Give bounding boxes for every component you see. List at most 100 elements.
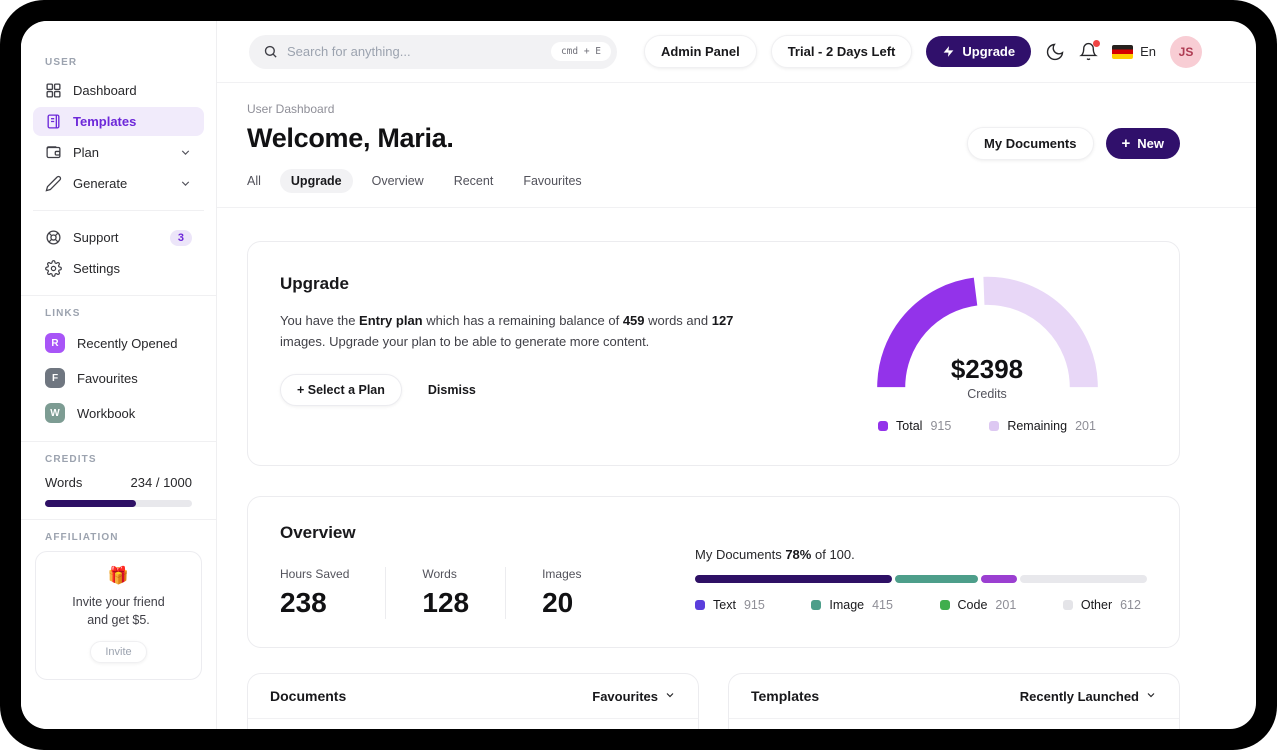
documents-card-header: Documents Favourites	[248, 674, 698, 719]
sidebar-item-label: Generate	[73, 176, 128, 191]
templates-filter-dropdown[interactable]: Recently Launched	[1020, 689, 1157, 704]
overview-title: Overview	[280, 523, 356, 542]
upgrade-card-title: Upgrade	[280, 274, 349, 293]
documents-card-title: Documents	[270, 688, 347, 704]
topbar: cmd + E Admin Panel Trial - 2 Days Left …	[217, 21, 1256, 83]
templates-icon	[45, 113, 62, 130]
overview-left: Overview Hours Saved 238 Words 128 Image…	[280, 523, 617, 619]
legend-swatch	[989, 421, 1000, 431]
affiliation-card: 🎁 Invite your friend and get $5. Invite	[35, 551, 202, 681]
select-plan-button[interactable]: + Select a Plan	[280, 373, 402, 406]
tab-upgrade[interactable]: Upgrade	[279, 169, 353, 193]
legend-swatch	[878, 421, 889, 431]
stacked-bar	[695, 575, 1147, 583]
bar-segment-other	[1020, 575, 1147, 583]
notification-dot	[1093, 40, 1101, 47]
chevron-down-icon	[664, 689, 676, 704]
search-bar[interactable]: cmd + E	[249, 34, 617, 69]
notifications-bell-icon[interactable]	[1079, 40, 1101, 61]
lifebuoy-icon	[45, 229, 62, 246]
documents-card: Documents Favourites Untitled Document	[247, 673, 699, 729]
cards-container: Upgrade You have the Entry plan which ha…	[217, 241, 1256, 729]
main-area: cmd + E Admin Panel Trial - 2 Days Left …	[217, 21, 1256, 729]
tab-all[interactable]: All	[236, 169, 272, 193]
templates-card-header: Templates Recently Launched	[729, 674, 1179, 719]
legend-item-image: Image 415	[811, 598, 893, 612]
stat-hours-saved: Hours Saved 238	[280, 567, 350, 618]
tab-recent[interactable]: Recent	[443, 169, 505, 193]
search-icon	[263, 44, 278, 59]
legend-swatch	[695, 600, 705, 610]
stat-words: Words 128	[385, 567, 505, 619]
sidebar-section-affiliation: AFFILIATION	[45, 532, 119, 543]
sidebar-item-support[interactable]: Support 3	[33, 223, 204, 252]
bottom-row: Documents Favourites Untitled Document	[247, 673, 1180, 729]
link-initial-badge: W	[45, 403, 65, 423]
sidebar-section-user: USER	[45, 57, 78, 68]
invite-button[interactable]: Invite	[90, 641, 147, 664]
chevron-down-icon	[179, 146, 192, 159]
sidebar-divider	[21, 441, 216, 442]
header-actions: My Documents + New	[967, 127, 1180, 160]
dark-mode-toggle[interactable]	[1045, 42, 1065, 62]
admin-panel-button[interactable]: Admin Panel	[643, 35, 757, 68]
legend-item-text: Text 915	[695, 598, 765, 612]
link-workbook[interactable]: W Workbook	[33, 397, 204, 429]
trial-badge[interactable]: Trial - 2 Days Left	[770, 35, 913, 68]
credits-value: 234 / 1000	[130, 475, 192, 490]
sidebar-section-links: LINKS	[45, 308, 81, 319]
upgrade-card: Upgrade You have the Entry plan which ha…	[247, 241, 1180, 466]
sidebar-item-dashboard[interactable]: Dashboard	[33, 76, 204, 105]
grid-icon	[45, 82, 62, 99]
lightning-icon	[942, 45, 955, 58]
bar-segment-image	[894, 575, 979, 583]
template-row[interactable]: Blog Post Title in Workbook	[729, 719, 1179, 729]
my-documents-button[interactable]: My Documents	[967, 127, 1094, 160]
language-switcher[interactable]: En	[1112, 44, 1156, 59]
overview-stats: Hours Saved 238 Words 128 Images 20	[280, 567, 617, 619]
user-avatar[interactable]: JS	[1170, 35, 1202, 68]
sidebar-item-label: Templates	[73, 114, 137, 129]
sidebar-links: R Recently Opened F Favourites W Workboo…	[21, 327, 216, 429]
pencil-icon	[45, 175, 62, 192]
sidebar-item-plan[interactable]: Plan	[33, 138, 204, 167]
sidebar-section-credits: CREDITS	[45, 454, 97, 465]
sidebar-item-templates[interactable]: Templates	[33, 107, 204, 136]
documents-usage: My Documents 78% of 100. Text 915 Image …	[695, 523, 1147, 619]
bar-segment-text	[695, 575, 892, 583]
gear-icon	[45, 260, 62, 277]
document-row[interactable]: Untitled Document in Workbook	[248, 719, 698, 729]
tab-favourites[interactable]: Favourites	[512, 169, 592, 193]
sidebar-item-label: Dashboard	[73, 83, 137, 98]
sidebar-item-generate[interactable]: Generate	[33, 169, 204, 198]
templates-card-title: Templates	[751, 688, 820, 704]
sidebar-nav: Dashboard Templates Plan Generate Suppor…	[21, 76, 216, 283]
gauge-label: Credits	[967, 387, 1007, 401]
legend-item-code: Code 201	[939, 598, 1016, 612]
link-favourites[interactable]: F Favourites	[33, 362, 204, 394]
link-recently-opened[interactable]: R Recently Opened	[33, 327, 204, 359]
credits-progress-track	[45, 500, 192, 507]
tab-overview[interactable]: Overview	[361, 169, 435, 193]
sidebar-item-settings[interactable]: Settings	[33, 254, 204, 283]
legend-swatch	[1062, 600, 1073, 610]
new-button[interactable]: + New	[1105, 128, 1180, 159]
gift-icon: 🎁	[107, 566, 130, 585]
gauge-legend: Total 915 Remaining 201	[867, 419, 1107, 433]
sidebar: USER Dashboard Templates Plan Generate S…	[21, 21, 217, 729]
bar-legend: Text 915 Image 415 Code 201 Other 612	[695, 598, 1147, 612]
sidebar-divider	[33, 210, 204, 211]
content-area: User Dashboard Welcome, Maria. My Docume…	[217, 83, 1256, 729]
dismiss-button[interactable]: Dismiss	[428, 383, 476, 397]
search-input[interactable]	[287, 44, 551, 59]
sidebar-divider	[21, 295, 216, 296]
legend-swatch	[811, 600, 822, 610]
bar-segment-code	[981, 575, 1018, 583]
documents-filter-dropdown[interactable]: Favourites	[592, 689, 676, 704]
tab-bar: All Upgrade Overview Recent Favourites	[236, 169, 1180, 207]
chevron-down-icon	[179, 177, 192, 190]
link-label: Workbook	[77, 405, 136, 421]
credits-progress-fill	[45, 500, 137, 507]
upgrade-button[interactable]: Upgrade	[926, 36, 1032, 67]
gauge-chart: $2398 Credits	[875, 274, 1100, 403]
